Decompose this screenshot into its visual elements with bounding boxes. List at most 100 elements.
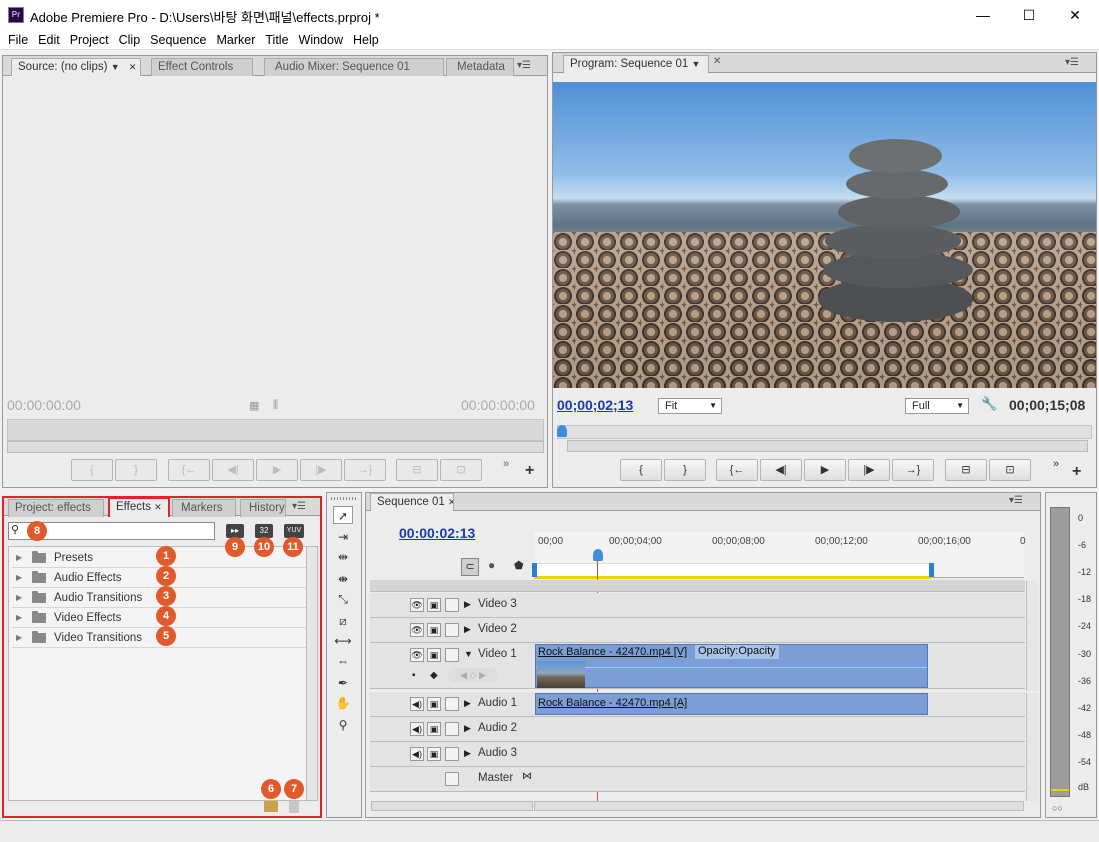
insert-button[interactable]: ⊟ [396, 459, 438, 481]
work-area-bar[interactable] [534, 563, 932, 579]
close-tab-icon[interactable]: ✕ [129, 62, 137, 72]
tab-project[interactable]: Project: effects [8, 499, 104, 517]
tab-program[interactable]: Program: Sequence 01 ▼ [563, 55, 709, 73]
menu-clip[interactable]: Clip [114, 30, 146, 50]
menu-window[interactable]: Window [294, 30, 348, 50]
audio-tracks-scrollbar[interactable] [1026, 693, 1038, 801]
tab-metadata[interactable]: Metadata [446, 58, 514, 76]
close-tab-icon[interactable]: ✕ [448, 497, 453, 507]
dropdown-arrow-icon[interactable]: ▼ [111, 62, 120, 72]
header-scrollbar[interactable] [371, 801, 533, 811]
video-clip[interactable]: Rock Balance - 42470.mp4 [V] Opacity:Opa… [535, 644, 928, 688]
set-marker-icon[interactable]: ⬟ [514, 559, 524, 572]
timeline-horizontal-scrollbar[interactable] [534, 801, 1024, 811]
rolling-edit-tool-icon[interactable]: ⇼ [333, 570, 353, 588]
eye-icon[interactable]: 👁 [410, 648, 424, 662]
opacity-line[interactable] [536, 667, 927, 668]
track-select-tool-icon[interactable]: ⇥ [333, 528, 353, 546]
eye-icon[interactable]: 👁 [410, 623, 424, 637]
display-style-icon[interactable]: ▪ [412, 670, 416, 681]
camera-icon[interactable]: ▣ [427, 747, 441, 761]
program-timecode[interactable]: 00;00;02;13 [557, 397, 633, 413]
mark-out-button[interactable]: } [664, 459, 706, 481]
expand-arrow-icon[interactable]: ▶ [464, 599, 471, 610]
lock-toggle[interactable] [445, 598, 459, 612]
program-time-ruler[interactable] [557, 425, 1092, 439]
expand-arrow-icon[interactable]: ▶ [16, 588, 22, 608]
lock-toggle[interactable] [445, 623, 459, 637]
zoom-dropdown[interactable]: Fit ▼ [658, 398, 722, 414]
ripple-edit-tool-icon[interactable]: ⇹ [333, 548, 353, 566]
audio-clip[interactable]: Rock Balance - 42470.mp4 [A] [535, 693, 928, 715]
keyframe-toggle-icon[interactable]: ◆ [430, 670, 438, 681]
close-tab-icon[interactable]: ✕ [713, 56, 721, 67]
32bit-effects-icon[interactable]: 32 [255, 524, 273, 538]
camera-icon[interactable]: ▣ [427, 697, 441, 711]
tab-sequence-01[interactable]: Sequence 01 ✕ [370, 493, 454, 511]
step-forward-button[interactable]: |▶ [300, 459, 342, 481]
menu-sequence[interactable]: Sequence [145, 30, 211, 50]
go-to-in-button[interactable]: {← [716, 459, 758, 481]
source-scrollbar[interactable] [7, 441, 544, 453]
video-tracks-scrollbar[interactable] [1026, 581, 1038, 691]
trash-icon[interactable] [289, 801, 299, 813]
go-to-out-button[interactable]: →} [892, 459, 934, 481]
pen-tool-icon[interactable]: ✒ [333, 674, 353, 692]
expand-arrow-icon[interactable]: ▶ [16, 568, 22, 588]
menu-help[interactable]: Help [348, 30, 384, 50]
source-time-ruler[interactable] [7, 419, 544, 441]
play-button[interactable]: ▶ [256, 459, 298, 481]
tab-effect-controls[interactable]: Effect Controls [151, 58, 253, 76]
add-button-icon[interactable]: + [1072, 463, 1081, 481]
tab-source[interactable]: Source: (no clips) ▼ ✕ [11, 58, 141, 76]
mark-out-button[interactable]: } [115, 459, 157, 481]
audio-waveform-icon[interactable]: ⫼ [273, 399, 278, 412]
camera-icon[interactable]: ▣ [427, 722, 441, 736]
new-custom-bin-icon[interactable] [264, 801, 278, 812]
menu-edit[interactable]: Edit [33, 30, 65, 50]
expand-arrow-icon[interactable]: ▶ [16, 608, 22, 628]
extract-button[interactable]: ⊡ [989, 459, 1031, 481]
effects-scrollbar[interactable] [306, 547, 317, 800]
yuv-effects-icon[interactable]: YUV [284, 524, 304, 538]
wrench-icon[interactable]: 🔧 [981, 396, 997, 412]
keyframe-navigator[interactable]: ◀ ◇ ▶ [448, 668, 498, 682]
camera-icon[interactable]: ▣ [427, 648, 441, 662]
minimize-button[interactable]: — [960, 0, 1006, 30]
mark-in-button[interactable]: { [620, 459, 662, 481]
camera-icon[interactable]: ▣ [427, 598, 441, 612]
film-icon[interactable]: ▦ [249, 399, 259, 412]
dropdown-arrow-icon[interactable]: ▼ [691, 59, 700, 69]
collapse-arrow-icon[interactable]: ▼ [464, 649, 473, 659]
menu-project[interactable]: Project [65, 30, 114, 50]
accelerated-effects-icon[interactable]: ▸▸ [226, 524, 244, 538]
work-area-start-handle[interactable] [532, 563, 537, 577]
camera-icon[interactable]: ▣ [427, 623, 441, 637]
menu-title[interactable]: Title [260, 30, 293, 50]
step-forward-button[interactable]: |▶ [848, 459, 890, 481]
more-controls-icon[interactable]: » [503, 458, 509, 470]
selection-tool-icon[interactable]: ➚ [333, 506, 353, 524]
add-button-icon[interactable]: + [525, 462, 534, 480]
speaker-icon[interactable]: ◀) [410, 747, 424, 761]
menu-marker[interactable]: Marker [211, 30, 260, 50]
tab-audio-mixer[interactable]: Audio Mixer: Sequence 01 [264, 58, 444, 76]
play-button[interactable]: ▶ [804, 459, 846, 481]
maximize-button[interactable]: ☐ [1006, 0, 1052, 30]
expand-arrow-icon[interactable]: ▶ [464, 698, 471, 709]
eye-icon[interactable]: 👁 [410, 598, 424, 612]
expand-arrow-icon[interactable]: ▶ [464, 624, 471, 635]
close-button[interactable]: ✕ [1052, 0, 1098, 30]
lock-toggle[interactable] [445, 772, 459, 786]
rate-stretch-tool-icon[interactable]: ⤡ [333, 590, 353, 608]
lock-toggle[interactable] [445, 722, 459, 736]
mark-in-button[interactable]: { [71, 459, 113, 481]
menu-file[interactable]: File [3, 30, 33, 50]
hand-tool-icon[interactable]: ✋ [333, 694, 353, 712]
zoom-tool-icon[interactable]: ⚲ [333, 716, 353, 734]
tab-markers[interactable]: Markers [172, 499, 236, 517]
timeline-timecode[interactable]: 00:00:02:13 [399, 525, 475, 541]
slide-tool-icon[interactable]: ⇔ [333, 652, 353, 670]
set-encore-marker-icon[interactable]: ● [488, 558, 495, 572]
snap-icon[interactable]: ⊂ [461, 558, 479, 576]
